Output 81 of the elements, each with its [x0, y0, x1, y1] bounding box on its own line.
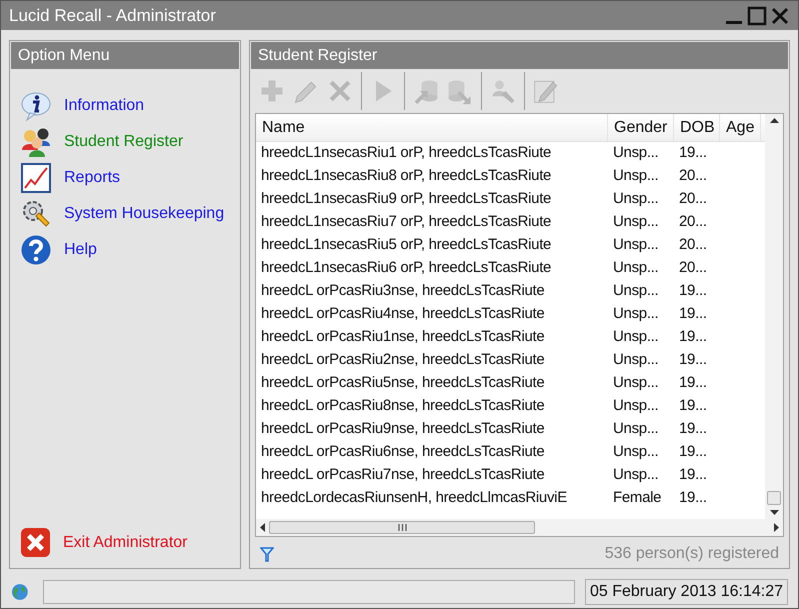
table-cell-text: Unsp... [612, 258, 660, 278]
table-cell-text: 19... [678, 442, 708, 462]
registered-count: 536 person(s) registered [604, 544, 779, 564]
table-cell-text: Unsp... [612, 143, 660, 164]
horizontal-scrollbar[interactable] [256, 519, 783, 536]
table-cell-text: Female [612, 488, 662, 508]
panel-title: Option Menu [18, 46, 110, 66]
table-cell-text: 19... [678, 419, 708, 440]
chart-icon [20, 162, 52, 194]
scroll-down-icon[interactable] [770, 509, 778, 515]
table-cell-text: 19... [678, 304, 708, 324]
column-header[interactable]: Age [720, 114, 761, 141]
menu-item[interactable]: System Housekeeping [20, 198, 230, 230]
table-cell-text: Unsp... [612, 235, 660, 256]
table-cell-text: 20... [678, 235, 708, 256]
table-cell-text: hreedcL orPcasRiu6nse, hreedcLsTcasRiute [260, 442, 546, 462]
table-cell-text: Unsp... [612, 396, 660, 416]
help-icon [20, 234, 52, 266]
exit-button[interactable]: Exit Administrator [10, 527, 240, 564]
table-cell-text: Unsp... [612, 166, 660, 186]
table-cell-text: 20... [678, 189, 708, 210]
column-header[interactable]: Name [256, 114, 608, 141]
table-cell-text: hreedcL1nsecasRiu7 orP, hreedcLsTcasRiute [260, 212, 552, 232]
table-cell-text: Unsp... [612, 189, 660, 210]
table-cell-text: hreedcL orPcasRiu9nse, hreedcLsTcasRiute [260, 419, 546, 440]
window-title: Lucid Recall - Administrator [9, 4, 216, 27]
menu-item[interactable]: Information [20, 90, 230, 122]
table-cell-text: hreedcL orPcasRiu2nse, hreedcLsTcasRiute [260, 350, 546, 370]
table-cell-text: hreedcL orPcasRiu8nse, hreedcLsTcasRiute [260, 396, 546, 416]
table-cell-text: hreedcL1nsecasRiu9 orP, hreedcLsTcasRiute [260, 189, 552, 210]
vertical-scrollbar[interactable] [765, 114, 783, 519]
table-cell-text: 19... [678, 143, 708, 164]
table-cell-text: Unsp... [612, 281, 660, 302]
scroll-thumb[interactable] [767, 491, 781, 505]
info-icon [20, 90, 52, 122]
table-cell-text: 19... [678, 281, 708, 302]
table-cell-text: 19... [678, 327, 708, 348]
table-cell-text: 19... [678, 488, 708, 508]
table-cell-text: Unsp... [612, 419, 660, 440]
close-icon [20, 527, 51, 558]
grip-icon [398, 524, 406, 531]
filter-icon[interactable] [260, 546, 274, 562]
column-header[interactable]: DOB [674, 114, 720, 141]
scroll-thumb[interactable] [269, 521, 535, 534]
table-cell-text: Unsp... [612, 327, 660, 348]
date-time-field: 05 February 2013 16:14:27 [584, 579, 788, 605]
table-cell-text: Unsp... [612, 442, 660, 462]
table-cell-text: 20... [678, 258, 708, 278]
table-cell-text: hreedcL orPcasRiu7nse, hreedcLsTcasRiute [260, 465, 546, 486]
table-cell-text: hreedcL1nsecasRiu8 orP, hreedcLsTcasRiute [260, 166, 552, 186]
globe-icon [11, 583, 29, 601]
column-header[interactable]: Gender [608, 114, 674, 141]
table-cell-text: 20... [678, 166, 708, 186]
table-cell-text: 19... [678, 396, 708, 416]
table-cell-text: 20... [678, 212, 708, 232]
menu-item[interactable]: Student Register [20, 126, 230, 158]
table-cell-text: 19... [678, 465, 708, 486]
scroll-up-icon[interactable] [770, 118, 778, 124]
table-cell-text: Unsp... [612, 212, 660, 232]
table-cell-text: hreedcL orPcasRiu1nse, hreedcLsTcasRiute [260, 327, 546, 348]
table-cell-text: hreedcL1nsecasRiu5 orP, hreedcLsTcasRiute [260, 235, 552, 256]
table-cell-text: hreedcL orPcasRiu4nse, hreedcLsTcasRiute [260, 304, 546, 324]
table-cell-text: Unsp... [612, 465, 660, 486]
table-cell-text: Unsp... [612, 350, 660, 370]
table-cell-text: hreedcL1nsecasRiu6 orP, hreedcLsTcasRiute [260, 258, 552, 278]
table-cell-text: Unsp... [612, 304, 660, 324]
table-cell-text: 19... [678, 350, 708, 370]
table-cell-text: hreedcL orPcasRiu3nse, hreedcLsTcasRiute [260, 281, 546, 302]
close-icon[interactable] [770, 6, 790, 26]
menu-item[interactable]: Help [20, 234, 230, 266]
table-cell-text: hreedcL orPcasRiu5nse, hreedcLsTcasRiute [260, 373, 546, 394]
menu-item[interactable]: Reports [20, 162, 230, 194]
maximize-icon[interactable] [747, 6, 767, 26]
table-cell-text: hreedcLordecasRiunsenH, hreedcLlmcasRiuviE [260, 488, 568, 508]
scroll-left-icon[interactable] [260, 523, 266, 532]
people-icon [20, 126, 52, 158]
table-cell-text: 19... [678, 373, 708, 394]
table-cell-text: Unsp... [612, 373, 660, 394]
scroll-right-icon[interactable] [773, 523, 779, 532]
panel-title: Student Register [258, 46, 378, 66]
table-cell-text: hreedcL1nsecasRiu1 orP, hreedcLsTcasRiute [260, 143, 552, 164]
